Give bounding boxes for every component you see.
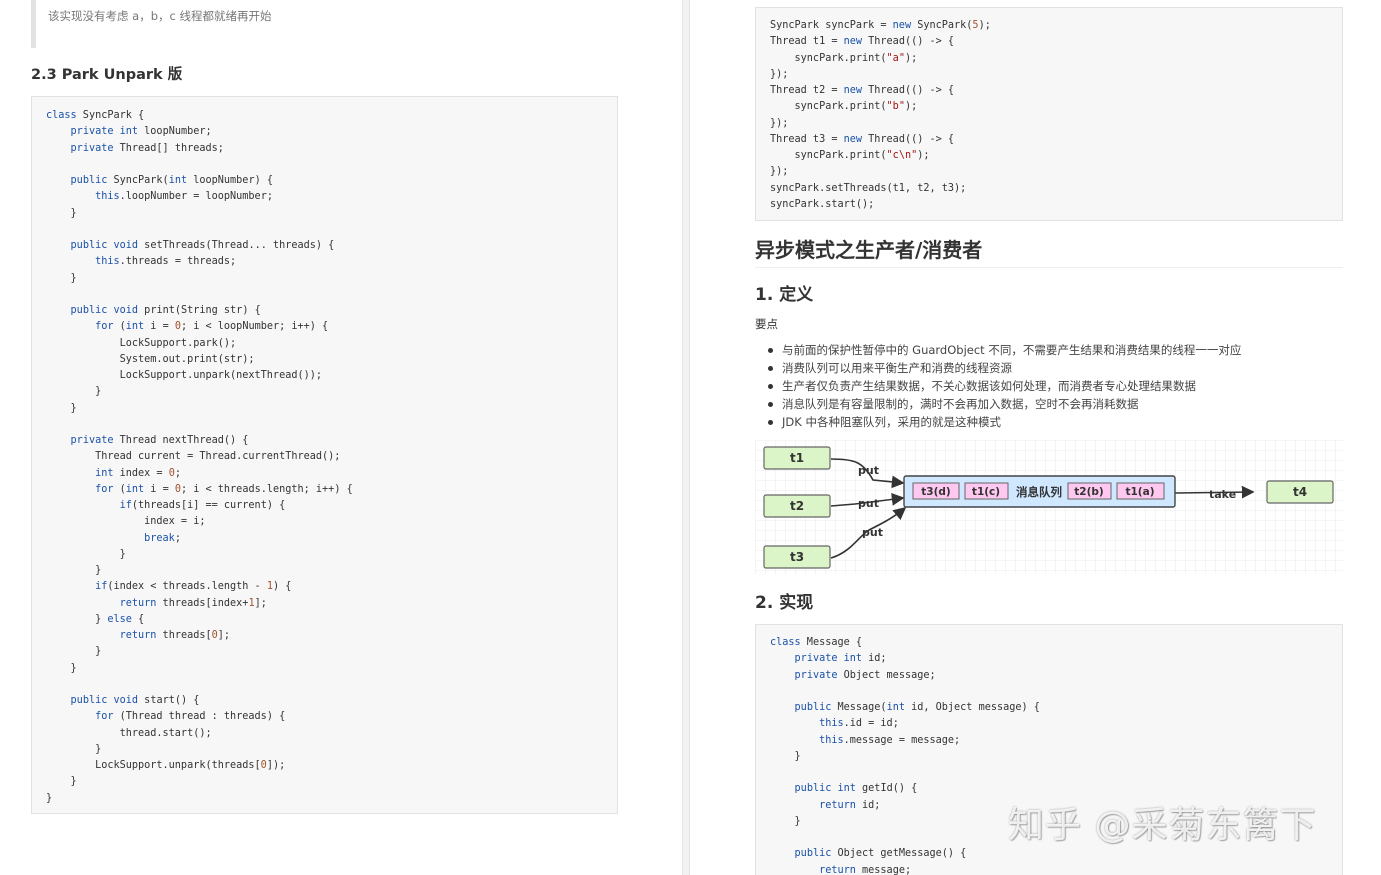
list-item: JDK 中各种阻塞队列，采用的就是这种模式 [765,413,1241,431]
producer-label-t1: t1 [790,451,804,465]
section-definition-heading: 1. 定义 [755,280,813,305]
list-item: 消费队列可以用来平衡生产和消费的线程资源 [765,359,1241,377]
put-label-1: put [858,464,879,477]
key-points-label: 要点 [755,316,778,332]
page-divider [682,0,690,875]
producer-label-t2: t2 [790,499,804,513]
code-text: SyncPark syncPark = new SyncPark(5); Thr… [770,18,1342,213]
section-implementation-heading: 2. 实现 [755,588,813,613]
diagram-svg: t1 t2 t3 put put put t3(d) t1(c) 消息队列 t2… [755,440,1343,574]
left-page: 该实现没有考虑 a，b，c 线程都就绪再开始 2.3 Park Unpark 版… [0,0,682,875]
queue-item-label: t1(c) [972,486,1000,498]
queue-item-label: t3(d) [921,486,950,498]
consumer-label-t4: t4 [1293,485,1307,499]
list-item: 与前面的保护性暂停中的 GuardObject 不同，不需要产生结果和消费结果的… [765,341,1241,359]
code-block-syncpark: class SyncPark { private int loopNumber;… [31,96,618,814]
producer-consumer-diagram: t1 t2 t3 put put put t3(d) t1(c) 消息队列 t2… [755,440,1343,574]
code-block-usage: SyncPark syncPark = new SyncPark(5); Thr… [755,7,1343,221]
put-label-2: put [858,497,879,510]
watermark: 知乎 @采菊东篱下 [1008,796,1316,848]
blockquote: 该实现没有考虑 a，b，c 线程都就绪再开始 [31,0,631,48]
take-label: take [1209,488,1236,501]
list-item: 生产者仅负责产生结果数据，不关心数据该如何处理，而消费者专心处理结果数据 [765,377,1241,395]
queue-label: 消息队列 [1016,485,1062,499]
producer-label-t3: t3 [790,550,804,564]
code-text: class SyncPark { private int loopNumber;… [46,108,617,807]
list-item: 消息队列是有容量限制的，满时不会再加入数据，空时不会再消耗数据 [765,395,1241,413]
queue-item-label: t1(a) [1125,486,1154,498]
right-page: SyncPark syncPark = new SyncPark(5); Thr… [690,0,1381,875]
put-label-3: put [862,526,883,539]
blockquote-text: 该实现没有考虑 a，b，c 线程都就绪再开始 [48,9,271,23]
section-heading: 2.3 Park Unpark 版 [31,63,182,84]
key-points-list: 与前面的保护性暂停中的 GuardObject 不同，不需要产生结果和消费结果的… [765,341,1241,431]
queue-item-label: t2(b) [1074,486,1103,498]
chapter-title: 异步模式之生产者/消费者 [755,234,1343,268]
